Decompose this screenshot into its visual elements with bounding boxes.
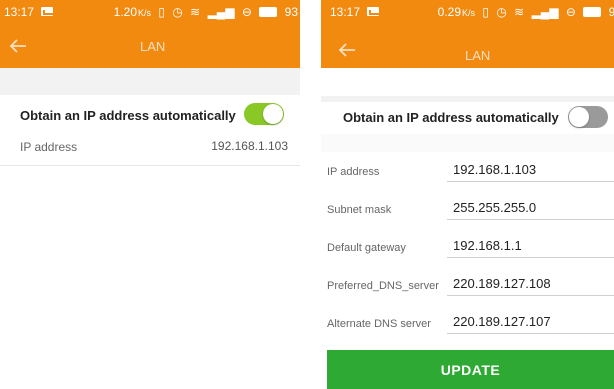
status-icons: 1.20K/s ▯ ◷ ≋ ▂▄▆ ⊖ 93 xyxy=(110,5,298,19)
page-title: LAN xyxy=(140,39,166,54)
status-time: 13:17 xyxy=(4,5,35,19)
battery-icon xyxy=(259,7,278,17)
switch-knob xyxy=(569,107,589,127)
vibrate-icon: ▯ xyxy=(158,5,165,19)
status-time: 13:17 xyxy=(330,5,361,19)
ip-address-label: IP address xyxy=(20,140,78,154)
auto-ip-switch[interactable] xyxy=(568,106,608,128)
subnet-mask-label: Subnet mask xyxy=(327,204,392,216)
subnet-mask-input[interactable] xyxy=(447,196,614,220)
dnd-icon: ⊖ xyxy=(565,5,576,19)
phone-screen-right: 13:17 0.29K/s ▯ ◷ ≋ ▂▄▆ ⊖ 93 LAN Obtain … xyxy=(321,0,614,389)
signal-icon: ▂▄▆ xyxy=(531,5,559,19)
section-divider xyxy=(0,68,300,95)
default-gateway-field-row: Default gateway xyxy=(321,229,614,267)
vibrate-icon: ▯ xyxy=(482,5,489,19)
subnet-mask-field-row: Subnet mask xyxy=(321,191,614,229)
auto-ip-label: Obtain an IP address automatically xyxy=(343,110,559,125)
wifi-icon: ≋ xyxy=(514,5,525,19)
battery-level: 93 xyxy=(284,5,298,19)
status-icons: 0.29K/s ▯ ◷ ≋ ▂▄▆ ⊖ 93 xyxy=(434,5,614,19)
status-bar: 13:17 1.20K/s ▯ ◷ ≋ ▂▄▆ ⊖ 93 xyxy=(0,0,300,24)
alternate-dns-label: Alternate DNS server xyxy=(327,318,431,330)
alternate-dns-field-row: Alternate DNS server xyxy=(321,305,614,343)
page-title: LAN xyxy=(465,48,491,63)
alternate-dns-input[interactable] xyxy=(447,310,614,334)
preferred-dns-field-row: Preferred_DNS_server xyxy=(321,267,614,305)
status-bar: 13:17 0.29K/s ▯ ◷ ≋ ▂▄▆ ⊖ 93 xyxy=(321,0,614,24)
message-icon xyxy=(367,7,379,16)
app-bar: LAN xyxy=(0,24,300,68)
preferred-dns-input[interactable] xyxy=(447,272,614,296)
preferred-dns-label: Preferred_DNS_server xyxy=(327,280,439,292)
ip-address-label: IP address xyxy=(327,166,380,178)
app-bar: LAN xyxy=(321,24,614,68)
dnd-icon: ⊖ xyxy=(241,5,252,19)
auto-ip-label: Obtain an IP address automatically xyxy=(20,108,236,123)
back-arrow-icon[interactable] xyxy=(6,34,30,58)
auto-ip-switch[interactable] xyxy=(244,103,284,125)
default-gateway-input[interactable] xyxy=(447,234,614,258)
auto-ip-row[interactable]: Obtain an IP address automatically xyxy=(321,102,614,135)
network-speed: 0.29K/s xyxy=(437,5,476,19)
signal-icon: ▂▄▆ xyxy=(207,5,235,19)
ip-address-field-row: IP address xyxy=(321,153,614,191)
phone-screen-left: 13:17 1.20K/s ▯ ◷ ≋ ▂▄▆ ⊖ 93 LAN Obtain … xyxy=(0,0,300,389)
network-speed: 1.20K/s xyxy=(113,5,152,19)
ip-address-value: 192.168.1.103 xyxy=(211,139,288,153)
alarm-icon: ◷ xyxy=(496,5,507,19)
battery-level: 93 xyxy=(608,5,614,19)
default-gateway-label: Default gateway xyxy=(327,242,406,254)
section-divider xyxy=(321,134,614,152)
back-arrow-icon[interactable] xyxy=(335,38,359,62)
update-button[interactable]: UPDATE xyxy=(327,350,614,389)
alarm-icon: ◷ xyxy=(172,5,183,19)
ip-address-input[interactable] xyxy=(447,158,614,182)
message-icon xyxy=(41,7,53,16)
ip-address-row: IP address 192.168.1.103 xyxy=(0,129,300,166)
battery-icon xyxy=(583,7,602,17)
wifi-icon: ≋ xyxy=(190,5,201,19)
switch-knob xyxy=(263,104,283,124)
